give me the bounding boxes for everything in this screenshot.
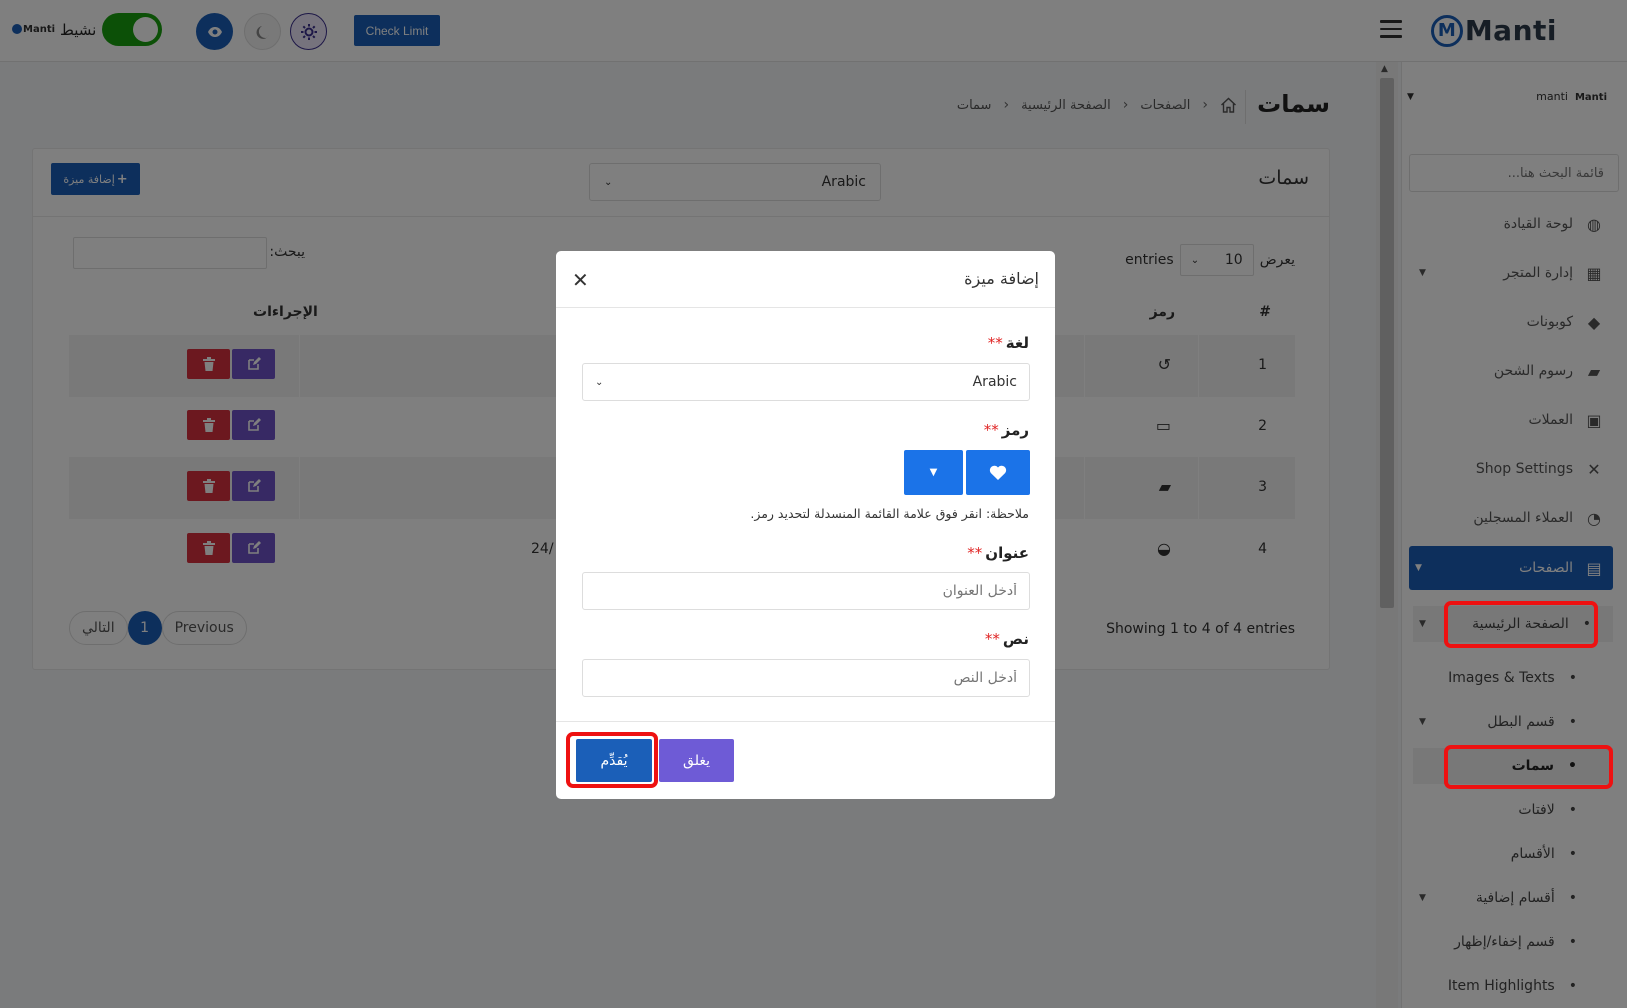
text-label-text: نص — [1002, 630, 1029, 648]
highlight-box-submit — [566, 732, 658, 788]
modal-language-select[interactable]: ⌄ Arabic — [582, 363, 1030, 401]
required-mark: ** — [983, 421, 999, 439]
required-mark: ** — [984, 630, 1000, 648]
modal-language-value: Arabic — [972, 374, 1017, 390]
chevron-down-icon: ⌄ — [595, 376, 604, 388]
close-icon[interactable]: ✕ — [572, 268, 589, 292]
caret-down-icon: ▼ — [929, 467, 938, 478]
language-label-text: لغة — [1005, 334, 1029, 352]
icon-picker-dropdown-button[interactable]: ▼ — [904, 450, 963, 495]
icon-field-label: رمز** — [984, 421, 1029, 439]
required-mark: ** — [987, 334, 1003, 352]
icon-picker-button[interactable] — [966, 450, 1030, 495]
required-mark: ** — [967, 544, 983, 562]
add-feature-modal: إضافة ميزة ✕ لغة** ⌄ Arabic رمز** ▼ ملاح… — [556, 251, 1055, 799]
heart-icon — [989, 465, 1007, 480]
icon-note: ملاحظة: انقر فوق علامة القائمة المنسدلة … — [750, 506, 1029, 521]
modal-title: إضافة ميزة — [964, 269, 1039, 288]
highlight-box-home-page — [1444, 601, 1598, 648]
title-label-text: عنوان — [985, 544, 1029, 562]
text-input[interactable] — [582, 659, 1030, 697]
modal-close-button[interactable]: يغلق — [659, 739, 734, 782]
title-field-label: عنوان** — [967, 544, 1029, 562]
text-field-label: نص** — [985, 630, 1029, 648]
icon-label-text: رمز — [1001, 421, 1029, 439]
highlight-box-features — [1444, 745, 1613, 789]
language-field-label: لغة** — [988, 334, 1029, 352]
title-input[interactable] — [582, 572, 1030, 610]
